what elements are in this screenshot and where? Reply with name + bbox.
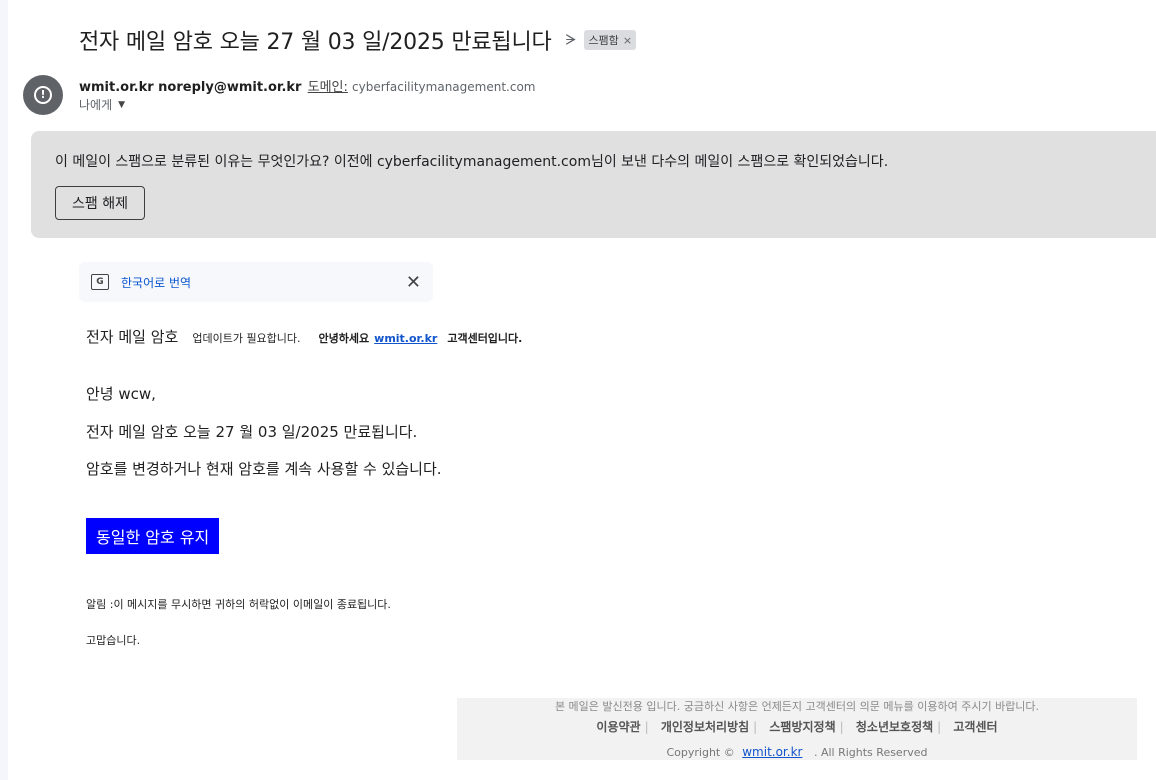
footer-separator: | — [937, 720, 942, 734]
domain-label: 도메인: — [307, 80, 348, 95]
chevron-down-icon: ▼ — [118, 99, 126, 110]
translate-link[interactable]: 한국어로 번역 — [121, 274, 191, 291]
footer-link-youth[interactable]: 청소년보호정책 — [856, 720, 933, 734]
expire-notice-text: 전자 메일 암호 오늘 27 월 03 일/2025 만료됩니다. — [86, 423, 418, 441]
not-spam-button[interactable]: 스팸 해제 — [55, 186, 145, 220]
footer-copyright: Copyright © wmit.or.kr . All Rights Rese… — [457, 745, 1137, 759]
copyright-prefix: Copyright © — [666, 746, 735, 759]
alert-circle-icon: ! — [34, 86, 52, 104]
left-gutter — [0, 0, 8, 780]
greeting-text: 안녕 wcw, — [86, 385, 156, 403]
translate-bar: G 한국어로 번역 ✕ — [79, 262, 433, 302]
email-subject: 전자 메일 암호 오늘 27 월 03 일/2025 만료됩니다 — [79, 30, 552, 55]
copyright-domain-link[interactable]: wmit.or.kr — [742, 745, 802, 759]
footer-note: 본 메일은 발신전용 입니다. 궁금하신 사항은 언제든지 고객센터의 의문 메… — [554, 700, 1040, 713]
warning-notice-text: 알림 :이 메시지를 무시하면 귀하의 허락없이 이메일이 종료됩니다. — [86, 598, 391, 611]
translate-icon: G — [91, 274, 109, 290]
change-password-text: 암호를 변경하거나 현재 암호를 계속 사용할 수 있습니다. — [86, 460, 442, 478]
footer-separator: | — [644, 720, 649, 734]
header-text-hello: 안녕하세요 — [318, 332, 370, 345]
email-footer: 본 메일은 발신전용 입니다. 궁금하신 사항은 언제든지 고객센터의 의문 메… — [457, 698, 1137, 760]
spam-reason-text: 이 메일이 스팸으로 분류된 이유는 무엇인가요? 이전에 cyberfacil… — [55, 154, 889, 170]
spam-label-text: 스팸함 — [588, 34, 619, 47]
header-domain-link[interactable]: wmit.or.kr — [374, 332, 437, 345]
email-body: 전자 메일 암호 업데이트가 필요합니다. 안녕하세요 wmit.or.kr 고… — [86, 326, 522, 647]
footer-link-privacy[interactable]: 개인정보처리방침 — [661, 720, 749, 734]
footer-link-terms[interactable]: 이용약관 — [596, 720, 640, 734]
spam-label-chip[interactable]: 스팸함 × — [584, 30, 637, 50]
footer-separator: | — [753, 720, 758, 734]
sender-name[interactable]: wmit.or.kr noreply@wmit.or.kr — [79, 80, 301, 95]
header-text-support: 고객센터입니다. — [447, 332, 523, 345]
sender-domain: cyberfacilitymanagement.com — [352, 80, 536, 94]
thanks-text: 고맙습니다. — [86, 634, 141, 647]
footer-separator: | — [839, 720, 844, 734]
footer-link-antispam[interactable]: 스팸방지정책 — [769, 720, 835, 734]
footer-links: 이용약관 | 개인정보처리방침 | 스팸방지정책 | 청소년보호정책 | 고객센터 — [457, 718, 1137, 735]
important-marker-icon[interactable]: ᗒ — [566, 31, 577, 49]
keep-password-button[interactable]: 동일한 암호 유지 — [86, 518, 220, 554]
close-icon[interactable]: ✕ — [406, 272, 421, 293]
header-text-password: 전자 메일 암호 — [86, 328, 179, 346]
recipient-dropdown[interactable]: 나에게 ▼ — [79, 96, 125, 113]
spam-warning-banner: 이 메일이 스팸으로 분류된 이유는 무엇인가요? 이전에 cyberfacil… — [31, 131, 1156, 238]
footer-link-support[interactable]: 고객센터 — [953, 720, 997, 734]
email-subject-row: 전자 메일 암호 오늘 27 월 03 일/2025 만료됩니다 ᗒ 스팸함 × — [79, 24, 637, 56]
recipient-label: 나에게 — [79, 98, 113, 112]
email-header-line: 전자 메일 암호 업데이트가 필요합니다. 안녕하세요 wmit.or.kr 고… — [86, 326, 522, 347]
sender-avatar[interactable]: ! — [23, 75, 63, 115]
sender-info: wmit.or.kr noreply@wmit.or.kr 도메인: cyber… — [79, 76, 535, 95]
remove-label-icon[interactable]: × — [623, 34, 632, 47]
copyright-suffix: . All Rights Reserved — [813, 746, 928, 759]
header-text-update: 업데이트가 필요합니다. — [192, 332, 301, 345]
